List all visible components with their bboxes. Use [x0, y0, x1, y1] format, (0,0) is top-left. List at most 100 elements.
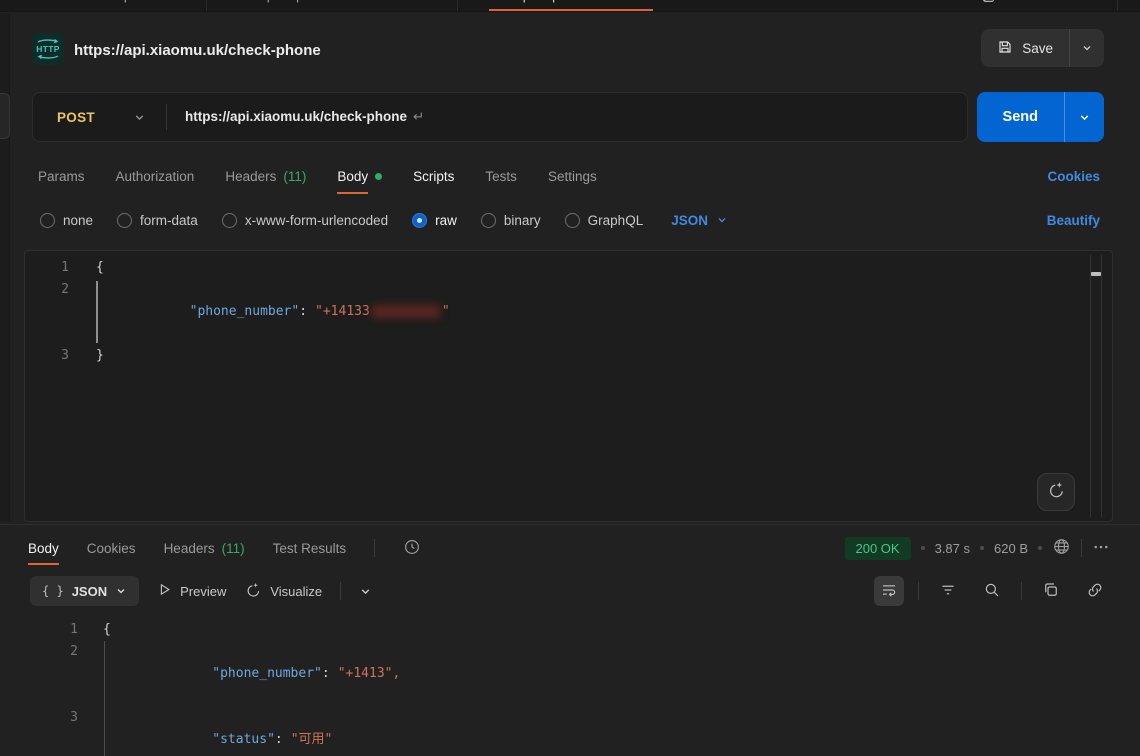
code-line: 2 "phone_number":"+14133" — [25, 279, 1112, 345]
method-dropdown[interactable]: POST — [33, 110, 166, 125]
chevron-down-icon — [133, 111, 146, 124]
headers-count: (11) — [283, 169, 306, 184]
response-panel: Body Cookies Headers (11) Test Results 2… — [0, 524, 1140, 756]
tab-settings[interactable]: Settings — [548, 169, 597, 184]
response-tabs: Body Cookies Headers (11) Test Results 2… — [0, 525, 1140, 571]
request-body-editor[interactable]: 1 { 2 "phone_number":"+14133" 3 } — [24, 250, 1113, 522]
link-button[interactable] — [1080, 576, 1110, 606]
response-body-viewer[interactable]: 1 { 2 "phone_number":"+1413", 3 "status"… — [0, 611, 1140, 756]
method-badge: POST — [474, 0, 503, 2]
search-icon — [983, 581, 1001, 602]
editor-scrollbar-lane[interactable] — [1090, 255, 1102, 517]
wrap-text-icon — [880, 581, 898, 602]
divider — [1081, 539, 1082, 557]
radio-raw-selected[interactable]: raw — [412, 213, 457, 228]
search-button[interactable] — [977, 576, 1007, 606]
request-tab-2[interactable]: GET https://apiinfoemail.in/ou — [207, 0, 457, 3]
postbot-sparkle-icon — [1046, 480, 1066, 504]
tab-title: https://apiinfoemail.in/ou — [254, 0, 383, 3]
tab-title: Untitled Request — [61, 0, 150, 3]
line-number: 3 — [25, 345, 69, 367]
response-time: 3.87 s — [935, 541, 970, 556]
chevron-down-icon — [1078, 111, 1091, 124]
radio-circle-selected — [412, 213, 427, 228]
radio-none[interactable]: none — [40, 213, 93, 228]
body-language-dropdown[interactable]: JSON — [671, 213, 728, 228]
request-tab-3-active[interactable]: POST https://apiinfoemail.in/t — [458, 0, 654, 3]
postman-window: GET Untitled Request GET https://apiinfo… — [0, 0, 1140, 756]
response-tab-test-results[interactable]: Test Results — [273, 541, 347, 556]
request-tabs: Params Authorization Headers (11) Body S… — [0, 156, 1140, 196]
separator-dot — [980, 546, 984, 550]
return-key-icon: ↵ — [413, 109, 424, 124]
code-line: 1 { — [28, 619, 1140, 641]
status-badge: 200 OK — [845, 537, 911, 560]
tab-tests[interactable]: Tests — [485, 169, 517, 184]
divider — [374, 539, 375, 557]
new-tab-button[interactable]: + — [654, 0, 700, 3]
separator-dot — [1038, 546, 1042, 550]
response-format-dropdown[interactable]: { } JSON — [30, 576, 139, 606]
wrap-text-button[interactable] — [874, 576, 904, 606]
body-modified-dot — [375, 173, 382, 180]
request-header: HTTP https://api.xiaomu.uk/check-phone S… — [0, 13, 1140, 83]
globe-icon — [1052, 537, 1071, 559]
more-ellipsis-icon — [1092, 538, 1110, 559]
collapsed-sidebar-edge[interactable] — [0, 13, 10, 521]
chevron-down-icon — [115, 585, 127, 597]
save-split-button: Save — [981, 29, 1104, 67]
request-tab-1[interactable]: GET Untitled Request — [0, 0, 206, 3]
body-type-row: none form-data x-www-form-urlencoded raw… — [0, 202, 1140, 238]
line-number: 2 — [25, 279, 69, 345]
response-tab-headers[interactable]: Headers (11) — [164, 541, 245, 556]
divider — [1021, 582, 1022, 600]
line-number: 1 — [28, 619, 78, 641]
postbot-button[interactable] — [1037, 473, 1075, 511]
tab-authorization[interactable]: Authorization — [116, 169, 195, 184]
send-button[interactable]: Send — [977, 92, 1064, 142]
editor-scrollbar-thumb[interactable] — [1091, 272, 1101, 276]
tab-scripts[interactable]: Scripts — [413, 169, 454, 184]
preview-button[interactable]: Preview — [157, 582, 226, 600]
response-size: 620 B — [994, 541, 1028, 556]
environment-selector[interactable]: No Environment — [982, 0, 1089, 3]
method-badge: GET — [225, 0, 247, 2]
visualize-options-button[interactable] — [359, 585, 372, 598]
tab-divider — [1117, 0, 1118, 11]
line-number: 1 — [25, 257, 69, 279]
braces-icon: { } — [42, 584, 64, 598]
history-clock-icon — [403, 538, 421, 559]
line-number: 3 — [28, 707, 78, 756]
chevron-down-icon — [716, 214, 728, 226]
send-options-button[interactable] — [1064, 92, 1104, 142]
cookies-link[interactable]: Cookies — [1047, 169, 1100, 184]
radio-graphql[interactable]: GraphQL — [565, 213, 644, 228]
save-options-button[interactable] — [1069, 29, 1104, 67]
network-info-button[interactable] — [1052, 537, 1071, 559]
response-tab-cookies[interactable]: Cookies — [87, 541, 136, 556]
tab-headers[interactable]: Headers (11) — [225, 169, 306, 184]
beautify-link[interactable]: Beautify — [1047, 213, 1100, 228]
tab-body[interactable]: Body — [337, 169, 382, 184]
filter-icon — [939, 581, 957, 602]
radio-circle — [565, 213, 580, 228]
request-title: https://api.xiaomu.uk/check-phone — [74, 42, 321, 59]
save-floppy-icon — [997, 39, 1013, 58]
url-input[interactable]: https://api.xiaomu.uk/check-phone↵ — [185, 109, 424, 125]
response-history-button[interactable] — [403, 538, 421, 559]
save-button[interactable]: Save — [981, 29, 1069, 67]
radio-circle — [117, 213, 132, 228]
radio-form-data[interactable]: form-data — [117, 213, 198, 228]
response-tab-body[interactable]: Body — [28, 541, 59, 556]
visualize-button[interactable]: Visualize — [244, 581, 322, 602]
code-line: 2 "phone_number":"+1413", — [28, 641, 1140, 707]
copy-button[interactable] — [1036, 576, 1066, 606]
radio-x-www-form-urlencoded[interactable]: x-www-form-urlencoded — [222, 213, 388, 228]
tab-params[interactable]: Params — [38, 169, 85, 184]
radio-binary[interactable]: binary — [481, 213, 541, 228]
radio-circle — [481, 213, 496, 228]
filter-button[interactable] — [933, 576, 963, 606]
response-more-actions-button[interactable] — [1092, 538, 1110, 559]
response-toolbar: { } JSON Preview Visualize — [0, 571, 1140, 611]
active-tab-underline — [489, 9, 653, 11]
